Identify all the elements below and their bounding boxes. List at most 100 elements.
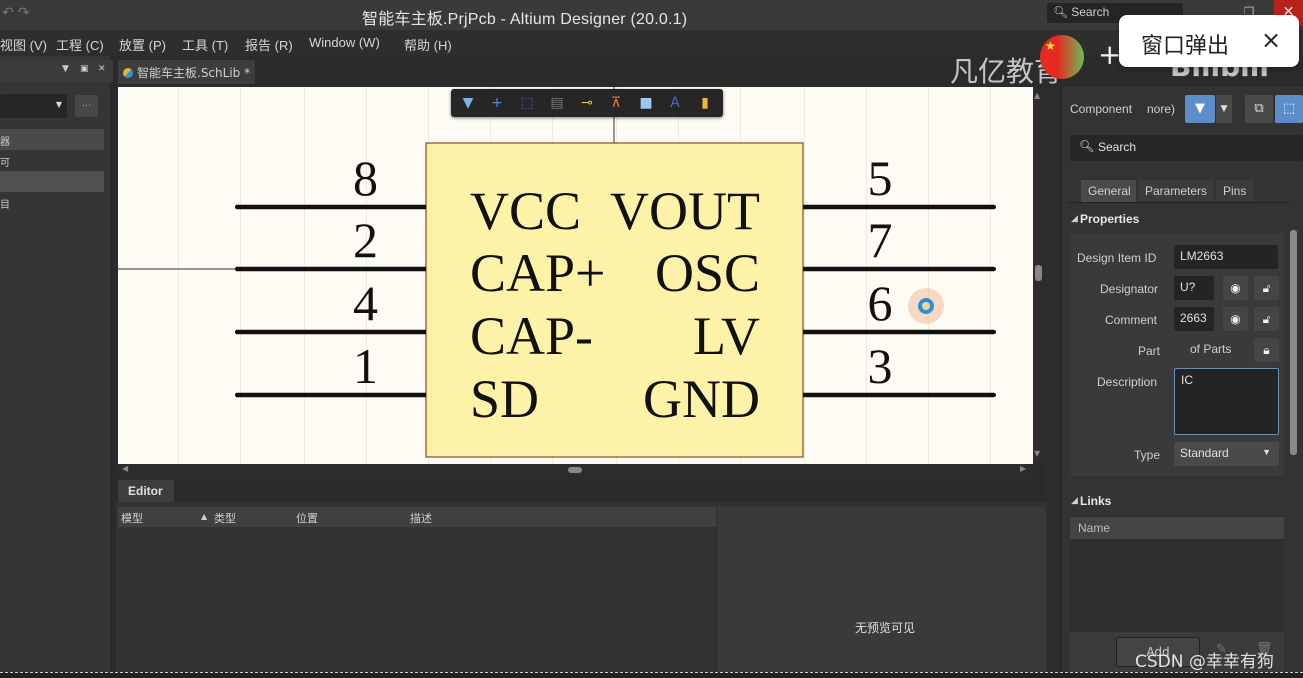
comment-visibility-toggle[interactable]: ◉ [1223, 307, 1248, 331]
filter-button[interactable]: ▼ [1185, 95, 1215, 123]
description-textarea[interactable]: IC [1174, 368, 1279, 435]
panel-close-icon[interactable]: ✕ [98, 64, 106, 74]
canvas-vertical-scrollbar[interactable]: ▲ ▼ [1033, 87, 1045, 464]
menu-project[interactable]: 工程 (C) [56, 35, 104, 54]
scroll-thumb[interactable] [1035, 265, 1042, 281]
pin-name: CAP+ [470, 243, 606, 303]
component-symbol[interactable]: 8 VCC 2 CAP+ 4 CAP- 1 SD 5 VOUT 7 OSC 6 LV 3 GND [118, 87, 1033, 464]
list-item[interactable]: 可 [0, 150, 104, 171]
comment-lock-toggle[interactable]: 🔓︎ [1254, 307, 1279, 331]
pin-number: 4 [353, 275, 378, 331]
menu-reports[interactable]: 报告 (R) [245, 35, 293, 54]
select-rect-icon[interactable]: ⬚ [515, 93, 539, 113]
pin-icon[interactable]: ⊸ [575, 93, 599, 113]
pin-hotspot [992, 393, 996, 397]
designator-field[interactable]: U? [1174, 276, 1214, 300]
tab-general[interactable]: General [1081, 180, 1136, 202]
filter-dropdown-button[interactable]: ▼ [1216, 95, 1232, 123]
pin-name: VCC [470, 181, 581, 241]
editor-tab[interactable]: Editor [118, 480, 174, 502]
properties-header-label: Component [1070, 102, 1133, 116]
panel-pin-icon[interactable]: ▣ [80, 64, 89, 74]
tab-pins[interactable]: Pins [1216, 180, 1254, 202]
align-icon[interactable]: ▤ [545, 93, 569, 113]
designator-label: Designator [1100, 282, 1159, 296]
scroll-thumb[interactable] [568, 467, 582, 473]
popout-window-toast[interactable]: 窗口弹出 × [1119, 15, 1299, 67]
section-properties-title[interactable]: Properties [1080, 212, 1139, 226]
part-icon[interactable]: ▮ [693, 93, 717, 113]
undo-icon[interactable]: ↶ [2, 5, 14, 21]
left-panel: ▼ ▣ ✕ ▼ ... 器 可 目 [0, 56, 113, 678]
cursor-highlight [908, 288, 944, 324]
pin-hotspot [992, 205, 996, 209]
unlock-icon: 🔓︎ [1262, 312, 1271, 326]
scroll-down-icon[interactable]: ▼ [1034, 449, 1040, 458]
collapse-icon[interactable]: ◢ [1071, 495, 1078, 506]
scroll-up-icon[interactable]: ▲ [1034, 91, 1040, 100]
document-tab-label: 智能车主板.SchLib * [137, 66, 251, 80]
rectangle-icon[interactable]: ■ [634, 93, 658, 113]
canvas-horizontal-scrollbar[interactable]: ◀ ▶ [118, 464, 1033, 476]
list-item[interactable] [0, 171, 104, 192]
pin-number: 8 [353, 150, 378, 206]
search-icon: 🔍︎ [1053, 5, 1069, 19]
comment-field[interactable]: 2663 [1174, 307, 1214, 331]
menu-window[interactable]: Window (W) [309, 35, 380, 50]
bottom-border [0, 672, 1303, 678]
part-lock-toggle[interactable]: 🔒︎ [1254, 338, 1279, 362]
list-item[interactable]: 器 [0, 129, 104, 150]
list-item[interactable]: 目 [0, 192, 104, 213]
tab-parameters[interactable]: Parameters [1138, 180, 1214, 202]
select-objects-button[interactable]: ⧉ [1245, 95, 1273, 123]
menu-help[interactable]: 帮助 (H) [404, 35, 452, 54]
scroll-right-icon[interactable]: ▶ [1020, 464, 1026, 473]
star-icon: ★ [1045, 39, 1056, 53]
crosshair-icon[interactable]: + [485, 93, 509, 113]
browse-button[interactable]: ... [75, 95, 98, 117]
pin-name: LV [693, 306, 760, 366]
filter-icon[interactable]: ▼ [456, 93, 480, 113]
type-select-value: Standard [1180, 446, 1229, 460]
filter-icon: ▼ [1195, 101, 1205, 116]
schematic-canvas[interactable]: 8 VCC 2 CAP+ 4 CAP- 1 SD 5 VOUT 7 OSC 6 LV 3 GND [118, 87, 1033, 464]
library-combo[interactable]: ▼ [0, 94, 67, 118]
plus-icon: + [1098, 38, 1122, 71]
properties-search-input[interactable]: 🔍︎ Search [1070, 135, 1303, 161]
text-icon[interactable]: A [663, 93, 687, 113]
redo-icon[interactable]: ↷ [18, 5, 30, 21]
csdn-credit: CSDN @幸幸有狗 [1135, 652, 1274, 672]
column-header-type[interactable]: 类型 [214, 510, 236, 526]
menu-place[interactable]: 放置 (P) [119, 35, 166, 54]
links-column-name[interactable]: Name [1070, 517, 1284, 539]
designator-lock-toggle[interactable]: 🔓︎ [1254, 276, 1279, 300]
design-item-id-field[interactable]: LM2663 [1174, 245, 1278, 269]
sort-asc-icon: ▲ [201, 512, 208, 521]
search-placeholder: Search [1071, 5, 1110, 19]
schlib-file-icon [123, 68, 133, 78]
part-field[interactable]: of Parts [1174, 338, 1246, 362]
collapse-icon[interactable]: ◢ [1071, 213, 1078, 224]
menu-view[interactable]: 视图 (V) [0, 35, 47, 54]
panel-splitter[interactable] [1046, 87, 1059, 678]
chevron-down-icon: ▼ [1262, 447, 1271, 457]
menu-tools[interactable]: 工具 (T) [182, 35, 228, 54]
column-header-model[interactable]: 模型 [121, 510, 143, 526]
column-header-location[interactable]: 位置 [296, 510, 318, 526]
watermark-logo: ★ [1040, 35, 1084, 79]
part-label: Part [1138, 344, 1161, 358]
select-in-area-button[interactable]: ⬚ [1275, 95, 1303, 123]
column-header-description[interactable]: 描述 [410, 510, 432, 526]
scroll-thumb[interactable] [1290, 230, 1297, 455]
type-select[interactable]: Standard ▼ [1174, 442, 1279, 466]
close-icon[interactable]: × [1261, 26, 1281, 54]
scroll-left-icon[interactable]: ◀ [122, 464, 128, 473]
designator-visibility-toggle[interactable]: ◉ [1223, 276, 1248, 300]
section-links-title[interactable]: Links [1080, 494, 1111, 508]
panel-menu-icon[interactable]: ▼ [62, 64, 69, 74]
properties-scrollbar[interactable] [1290, 222, 1298, 457]
ieee-symbol-icon[interactable]: ⊼ [604, 93, 628, 113]
document-tab[interactable]: 智能车主板.SchLib * [118, 60, 255, 84]
pin-number: 1 [353, 338, 378, 394]
description-label: Description [1097, 375, 1158, 389]
